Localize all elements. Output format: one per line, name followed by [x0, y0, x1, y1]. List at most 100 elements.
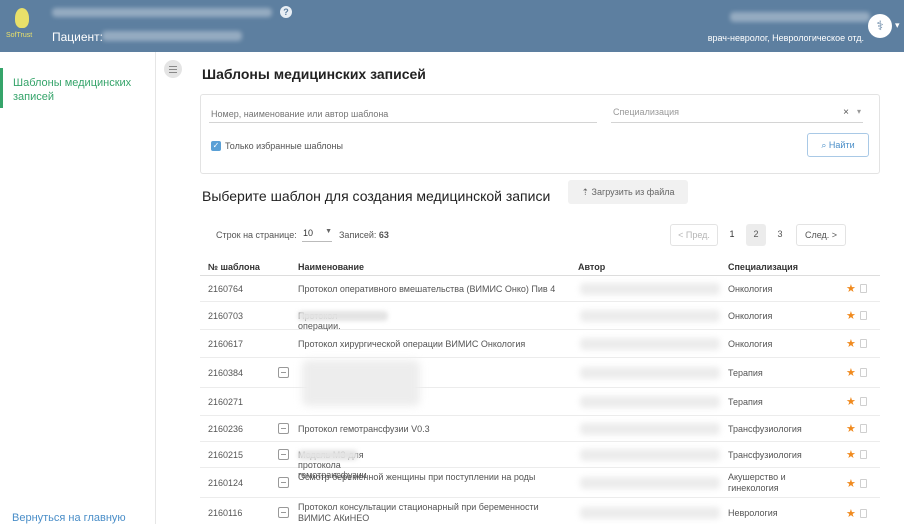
template-number: 2160215 — [208, 450, 244, 460]
logo-mark-icon — [15, 8, 29, 28]
delete-icon[interactable] — [860, 424, 867, 433]
menu-toggle-icon[interactable] — [164, 60, 182, 78]
favorite-star-icon[interactable]: ★ — [846, 448, 856, 461]
template-number: 2160703 — [208, 311, 244, 321]
template-name: Протокол консультации стационарный при б… — [298, 502, 539, 523]
upload-button-label: Загрузить из файла — [591, 187, 675, 197]
template-name: Осмотр беременной женщины при поступлени… — [298, 472, 536, 482]
favorite-star-icon[interactable]: ★ — [846, 309, 856, 322]
help-icon[interactable]: ? — [280, 6, 292, 18]
template-number: 2160617 — [208, 339, 244, 349]
column-header-author[interactable]: Автор — [578, 262, 605, 272]
find-button-label: Найти — [828, 140, 855, 150]
template-specialization: Неврология — [728, 508, 778, 518]
pagination-prev[interactable]: < Пред. — [670, 224, 718, 246]
chevron-down-icon[interactable]: ▾ — [857, 107, 861, 116]
favorites-label[interactable]: Только избранные шаблоны — [225, 141, 343, 151]
pagination-page-1[interactable]: 1 — [722, 224, 742, 246]
template-name: Протокол хирургической операции ВИМИС Он… — [298, 339, 526, 349]
upload-icon: ⇡ — [581, 187, 592, 197]
favorite-star-icon[interactable]: ★ — [846, 422, 856, 435]
template-number: 2160124 — [208, 478, 244, 488]
template-specialization: Трансфузиология — [728, 450, 802, 460]
table-row[interactable]: 2160703 Протокол операции. Онкология ★ — [200, 302, 880, 331]
user-avatar-icon[interactable]: ⚕ — [868, 14, 892, 38]
table-row[interactable]: 2160236 Протокол гемотрансфузии V0.3 Тра… — [200, 416, 880, 442]
section-title: Выберите шаблон для создания медицинской… — [202, 188, 551, 204]
template-specialization: Онкология — [728, 339, 773, 349]
template-search-input[interactable] — [209, 105, 597, 123]
delete-icon[interactable] — [860, 450, 867, 459]
template-number: 2160271 — [208, 397, 244, 407]
column-header-number[interactable]: № шаблона — [208, 262, 260, 272]
redacted-template-names — [302, 360, 420, 406]
table-header: № шаблона Наименование Автор Специализац… — [200, 262, 880, 276]
template-specialization: Терапия — [728, 368, 763, 378]
favorite-star-icon[interactable]: ★ — [846, 282, 856, 295]
redacted-author — [580, 396, 720, 408]
redacted-author — [580, 477, 720, 489]
document-icon[interactable] — [278, 367, 289, 378]
delete-icon[interactable] — [860, 479, 867, 488]
pagination-page-3[interactable]: 3 — [770, 224, 790, 246]
chevron-down-icon: ▼ — [325, 228, 332, 235]
delete-icon[interactable] — [860, 397, 867, 406]
rows-per-page-select[interactable]: 10 ▼ — [302, 226, 332, 242]
search-panel: Специализация × ▾ ✓ Только избранные шаб… — [200, 94, 880, 174]
template-number: 2160236 — [208, 424, 244, 434]
template-specialization: Терапия — [728, 397, 763, 407]
redacted-author — [580, 507, 720, 519]
document-icon[interactable] — [278, 423, 289, 434]
favorites-checkbox[interactable]: ✓ — [211, 141, 221, 151]
pagination-next[interactable]: След. > — [796, 224, 846, 246]
top-bar: SofTrust ? Пациент: врач-невролог, Невро… — [0, 0, 904, 52]
chevron-down-icon[interactable]: ▾ — [895, 20, 900, 31]
delete-icon[interactable] — [860, 368, 867, 377]
delete-icon[interactable] — [860, 284, 867, 293]
column-header-name[interactable]: Наименование — [298, 262, 364, 272]
favorite-star-icon[interactable]: ★ — [846, 366, 856, 379]
redacted-name-part — [298, 311, 388, 321]
favorite-star-icon[interactable]: ★ — [846, 395, 856, 408]
sidebar-item-label: Шаблоны медицинских записей — [13, 77, 132, 103]
redacted-name-part — [298, 450, 358, 460]
upload-from-file-button[interactable]: ⇡ Загрузить из файла — [568, 180, 688, 204]
document-icon[interactable] — [278, 477, 289, 488]
template-specialization: Онкология — [728, 284, 773, 294]
pagination-page-2[interactable]: 2 — [746, 224, 766, 246]
delete-icon[interactable] — [860, 339, 867, 348]
favorite-star-icon[interactable]: ★ — [846, 477, 856, 490]
template-specialization: Акушерство и гинекология — [728, 472, 786, 493]
column-header-specialization[interactable]: Специализация — [728, 262, 798, 272]
rows-per-page-value: 10 — [303, 228, 314, 238]
app-logo[interactable]: SofTrust — [6, 6, 40, 44]
table-row[interactable]: 2160617 Протокол хирургической операции … — [200, 330, 880, 358]
back-to-main-link[interactable]: Вернуться на главную — [12, 512, 126, 524]
find-button[interactable]: ⌕ Найти — [807, 133, 869, 157]
search-icon: ⌕ — [821, 140, 829, 150]
redacted-author — [580, 310, 720, 322]
redacted-facility-name — [52, 8, 272, 17]
logo-brand-text: SofTrust — [6, 32, 33, 39]
template-name: Протокол гемотрансфузии V0.3 — [298, 424, 430, 434]
table-row[interactable]: 2160764 Протокол оперативного вмешательс… — [200, 276, 880, 302]
document-icon[interactable] — [278, 507, 289, 518]
records-count: Записей: 63 — [339, 230, 389, 240]
table-row[interactable]: 2160124 Осмотр беременной женщины при по… — [200, 468, 880, 498]
favorite-star-icon[interactable]: ★ — [846, 507, 856, 520]
clear-icon[interactable]: × — [843, 107, 849, 118]
template-number: 2160116 — [208, 508, 243, 518]
table-row[interactable]: 2160116 Протокол консультации стационарн… — [200, 498, 880, 524]
document-icon[interactable] — [278, 449, 289, 460]
redacted-author — [580, 367, 720, 379]
specialization-select[interactable]: Специализация × ▾ — [611, 105, 863, 123]
delete-icon[interactable] — [860, 311, 867, 320]
sidebar-item-templates[interactable]: Шаблоны медицинских записей — [0, 68, 156, 108]
rows-per-page-label: Строк на странице: — [216, 230, 297, 240]
redacted-doctor-name — [730, 12, 870, 22]
doctor-role: врач-невролог, Неврологическое отд. — [707, 33, 864, 43]
page-title: Шаблоны медицинских записей — [202, 66, 426, 82]
delete-icon[interactable] — [860, 509, 867, 518]
favorite-star-icon[interactable]: ★ — [846, 337, 856, 350]
table-row[interactable]: 2160215 Модель МЗ для протокола гемотран… — [200, 442, 880, 480]
